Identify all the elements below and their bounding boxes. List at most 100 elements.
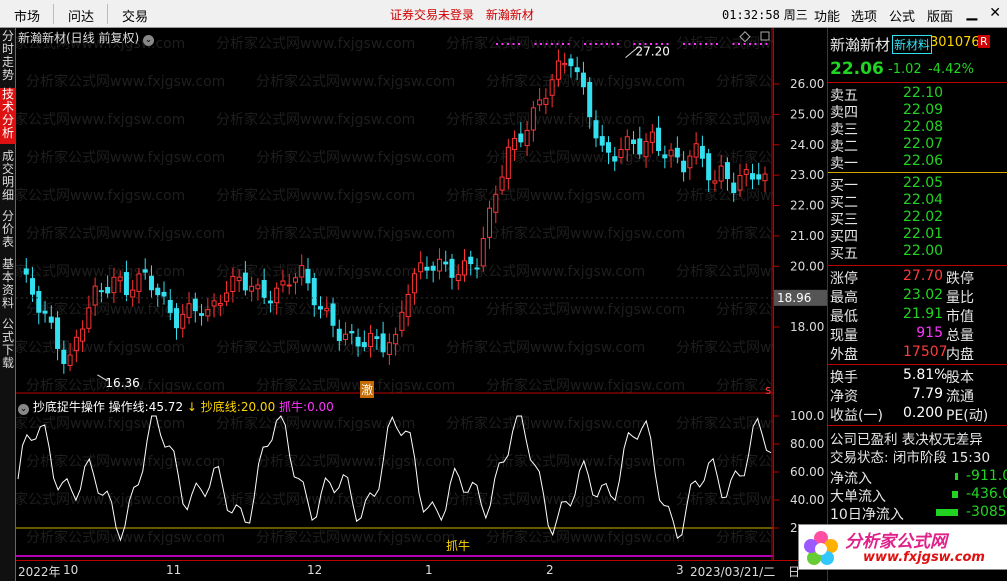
clock-time: 01:32:58 — [722, 8, 780, 22]
candle-body — [36, 291, 42, 313]
candle-body — [574, 67, 580, 73]
tab-trade-detail[interactable]: 成交明细 — [0, 150, 16, 202]
candle-body — [380, 333, 386, 353]
stat-value: 21.91 — [903, 306, 944, 322]
watermark-text: 分析家公式网www.fxjgsw.com — [446, 415, 645, 432]
watermark-text: 分析家公式网www.fxjgsw.com — [716, 529, 773, 546]
chart-settings-icon[interactable]: ⌄ — [143, 35, 155, 46]
signal-dot — [749, 43, 751, 45]
candle-body — [330, 303, 336, 326]
bid-row[interactable]: 买四 22.01 — [828, 226, 1007, 245]
menu-trade[interactable]: 交易 — [122, 6, 148, 25]
indicator-settings-icon[interactable]: ⌄ — [18, 404, 29, 415]
candle-body — [61, 349, 67, 364]
signal-dot — [512, 43, 515, 45]
candle-body — [311, 277, 317, 306]
watermark-text: 分析家公式网www.fxjgsw.com — [446, 187, 645, 204]
signal-dot — [600, 43, 603, 45]
sector-tag[interactable]: 新材料 — [892, 35, 933, 54]
candle-body — [737, 174, 743, 191]
flow-value: -436.0 — [966, 486, 1007, 502]
candle-body — [562, 62, 568, 66]
stat2-label: 净资 — [830, 389, 858, 405]
candle-body — [286, 284, 292, 287]
bid-price: 22.04 — [903, 192, 944, 208]
flow-label: 净流入 — [830, 471, 872, 487]
watermark-text: 分析家公式网www.fxjgsw.com — [26, 73, 225, 90]
signal-dot — [705, 43, 707, 45]
bid-row[interactable]: 买二 22.04 — [828, 192, 1007, 211]
candle-body — [86, 307, 92, 329]
tab-timeshare[interactable]: 分时走势 — [0, 30, 16, 82]
candle-body — [555, 60, 561, 80]
watermark-logo: 分析家公式网 www.fxjgsw.com — [798, 524, 1007, 570]
candle-body — [174, 308, 180, 329]
minimize-icon[interactable]: ▁ — [966, 5, 977, 21]
candle-body — [605, 142, 611, 153]
ask-row[interactable]: 卖四 22.09 — [828, 102, 1007, 121]
ask-price: 22.07 — [903, 136, 944, 152]
candle-body — [631, 139, 637, 145]
kline-chart[interactable]: 分析家公式网www.fxjgsw.com 分析家公式网www.fxjgsw.com… — [16, 28, 773, 560]
jin-badge[interactable]: 澈 — [360, 381, 375, 398]
candle-body — [599, 136, 605, 146]
trade-status-text: 交易状态: 闭市阶段 15:30 — [830, 450, 991, 466]
menu-function[interactable]: 功能 — [814, 6, 840, 25]
watermark-text: 分析家公式网www.fxjgsw.com — [676, 187, 773, 204]
chart-canvas[interactable]: 分析家公式网www.fxjgsw.com 分析家公式网www.fxjgsw.com… — [16, 28, 773, 560]
candle-body — [136, 273, 142, 292]
ask-row[interactable]: 卖五 22.10 — [828, 85, 1007, 104]
candle-body — [217, 303, 223, 306]
stock-name: 新瀚新材 — [830, 36, 891, 54]
stat-row: 涨停 27.70 跌停 — [828, 268, 1007, 287]
candle-body — [436, 258, 442, 272]
signal-dot — [655, 43, 658, 45]
bid-row[interactable]: 买三 22.02 — [828, 209, 1007, 228]
tab-price-table[interactable]: 分价表 — [0, 210, 16, 252]
menu-wenda[interactable]: 问达 — [68, 6, 94, 25]
ind-tick-label: 40.00 — [790, 493, 824, 507]
operation-line — [17, 415, 772, 542]
signal-dot — [567, 43, 570, 45]
watermark-text: 分析家公式网www.fxjgsw.com — [716, 301, 773, 318]
candle-body — [242, 272, 248, 291]
menu-options[interactable]: 选项 — [851, 6, 877, 25]
signal-dot — [501, 43, 504, 45]
stat-right-label: 量比 — [946, 290, 974, 306]
login-notice[interactable]: 证券交易未登录 — [390, 8, 474, 22]
candle-body — [718, 165, 724, 182]
candle-body — [499, 176, 505, 191]
price-tick-label: 23.00 — [790, 168, 824, 182]
menu-layout[interactable]: 版面 — [927, 6, 953, 25]
ask-price: 22.06 — [903, 153, 944, 169]
signal-dot — [606, 43, 608, 45]
candle-body — [55, 317, 61, 349]
tab-profile[interactable]: 基本资料 — [0, 258, 16, 310]
ask-row[interactable]: 卖三 22.08 — [828, 119, 1007, 138]
candle-body — [299, 265, 305, 278]
menu-market[interactable]: 市场 — [14, 6, 40, 25]
tab-formula-download[interactable]: 公式下载 — [0, 318, 16, 370]
signal-dot — [518, 43, 520, 45]
s-badge[interactable]: s — [765, 383, 771, 397]
candle-body — [474, 267, 480, 270]
menu-formula[interactable]: 公式 — [889, 6, 915, 25]
stat2-right-label: PE(动) — [946, 408, 989, 424]
candle-body — [593, 120, 599, 139]
candle-body — [411, 273, 417, 294]
bid-row[interactable]: 买一 22.05 — [828, 175, 1007, 194]
price-change-pct: -4.42% — [928, 62, 974, 77]
bid-row[interactable]: 买五 22.00 — [828, 243, 1007, 262]
signal-dot — [633, 43, 636, 45]
candle-body — [130, 289, 136, 298]
flow-row: 净流入 -911.0 — [828, 468, 1007, 487]
candle-body — [424, 266, 430, 271]
tab-technical[interactable]: 技术分析 — [0, 88, 16, 144]
ask-row[interactable]: 卖一 22.06 — [828, 153, 1007, 172]
price-tick-label: 24.00 — [790, 138, 824, 152]
close-icon[interactable]: ✕ — [989, 5, 1001, 21]
low-label: 16.36 — [105, 376, 139, 390]
candle-body — [42, 310, 48, 314]
indicator-name[interactable]: 抄底捉牛操作 — [33, 400, 105, 414]
ask-row[interactable]: 卖二 22.07 — [828, 136, 1007, 155]
